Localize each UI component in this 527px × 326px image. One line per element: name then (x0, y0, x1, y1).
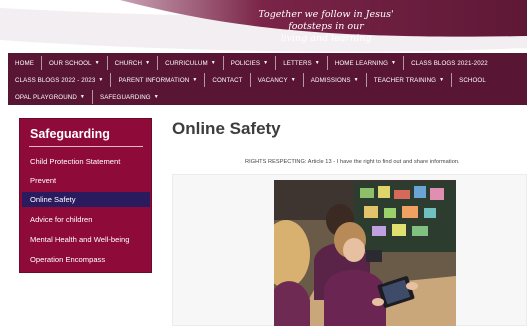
chevron-down-icon: ▼ (79, 94, 85, 100)
main-navigation: HOME OUR SCHOOL ▼ CHURCH ▼ CURRICULUM ▼ POL… (8, 53, 527, 105)
chevron-down-icon: ▼ (314, 60, 320, 66)
chevron-down-icon: ▼ (210, 60, 216, 66)
rights-respecting-text: RIGHTS RESPECTING: Article 13 - I have t… (245, 159, 460, 165)
chevron-down-icon: ▼ (98, 77, 104, 83)
page-title: Online Safety (172, 119, 281, 138)
chevron-down-icon: ▼ (263, 60, 269, 66)
nav-item-contact[interactable]: CONTACT (205, 73, 251, 87)
nav-item-safeguarding[interactable]: SAFEGUARDING ▼ (93, 90, 166, 104)
sidebar-item-child-protection-statement[interactable]: Child Protection Statement (22, 154, 150, 169)
nav-item-opal-playground[interactable]: OPAL PLAYGROUND ▼ (8, 90, 93, 104)
chevron-down-icon: ▼ (353, 77, 359, 83)
sidebar-item-prevent[interactable]: Prevent (22, 173, 150, 188)
sidebar-title: Safeguarding (30, 127, 110, 141)
safeguarding-sidebar: Safeguarding Child Protection Statement … (19, 118, 152, 273)
sidebar-item-operation-encompass[interactable]: Operation Encompass (22, 252, 150, 267)
school-motto: Together we follow in Jesus' footsteps i… (236, 9, 416, 45)
nav-item-class-blogs-2022-2023[interactable]: CLASS BLOGS 2022 - 2023 ▼ (8, 73, 112, 87)
nav-item-school[interactable]: SCHOOL (452, 73, 493, 87)
chevron-down-icon: ▼ (153, 94, 159, 100)
nav-item-letters[interactable]: LETTERS ▼ (276, 56, 328, 70)
nav-item-church[interactable]: CHURCH ▼ (108, 56, 159, 70)
nav-row-3: OPAL PLAYGROUND ▼ SAFEGUARDING ▼ (8, 90, 166, 104)
chevron-down-icon: ▼ (290, 77, 296, 83)
motto-line: footsteps in our (288, 21, 364, 32)
nav-row-2: CLASS BLOGS 2022 - 2023 ▼ PARENT INFORMAT… (8, 73, 493, 87)
nav-item-home[interactable]: HOME (8, 56, 42, 70)
chevron-down-icon: ▼ (94, 60, 100, 66)
chevron-down-icon: ▼ (439, 77, 445, 83)
sidebar-divider (29, 146, 143, 147)
sidebar-item-mental-health[interactable]: Mental Health and Well-being (22, 232, 150, 247)
motto-line: living and learning (280, 33, 372, 44)
nav-item-admissions[interactable]: ADMISSIONS ▼ (304, 73, 367, 87)
motto-line: Together we follow in Jesus' (258, 9, 394, 20)
nav-row-1: HOME OUR SCHOOL ▼ CHURCH ▼ CURRICULUM ▼ POL… (8, 56, 495, 70)
nav-item-curriculum[interactable]: CURRICULUM ▼ (158, 56, 224, 70)
nav-item-class-blogs-2021-2022[interactable]: CLASS BLOGS 2021-2022 (404, 56, 495, 70)
nav-item-vacancy[interactable]: VACANCY ▼ (251, 73, 304, 87)
nav-item-our-school[interactable]: OUR SCHOOL ▼ (42, 56, 108, 70)
nav-item-policies[interactable]: POLICIES ▼ (224, 56, 277, 70)
header-banner: Together we follow in Jesus' footsteps i… (0, 0, 527, 56)
chevron-down-icon: ▼ (192, 77, 198, 83)
sidebar-item-advice-for-children[interactable]: Advice for children (22, 212, 150, 227)
chevron-down-icon: ▼ (145, 60, 151, 66)
nav-item-home-learning[interactable]: HOME LEARNING ▼ (328, 56, 405, 70)
children-with-tablet-photo (274, 180, 456, 326)
nav-item-parent-information[interactable]: PARENT INFORMATION ▼ (111, 73, 206, 87)
sidebar-item-online-safety[interactable]: Online Safety (22, 192, 150, 207)
nav-item-teacher-training[interactable]: TEACHER TRAINING ▼ (367, 73, 453, 87)
chevron-down-icon: ▼ (391, 60, 397, 66)
